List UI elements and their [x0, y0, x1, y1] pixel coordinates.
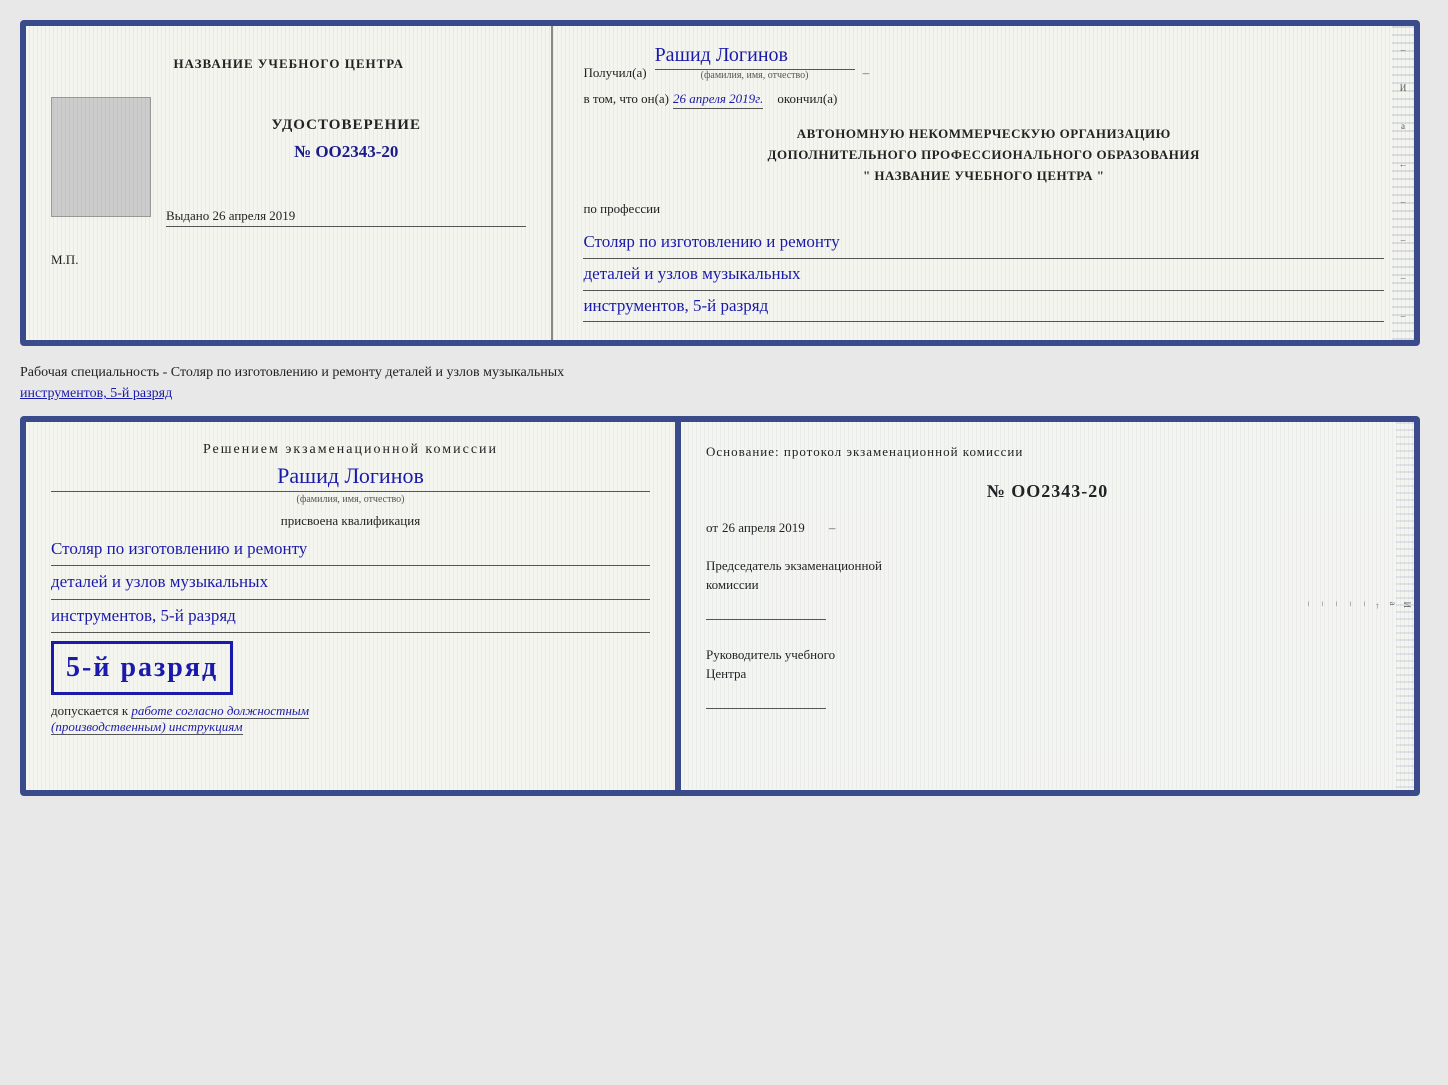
qualification-label: присвоена квалификация — [51, 513, 650, 529]
admitted-value2: (производственным) инструкциям — [51, 719, 243, 735]
page-wrapper: НАЗВАНИЕ УЧЕБНОГО ЦЕНТРА УДОСТОВЕРЕНИЕ №… — [20, 20, 1428, 796]
profession-label: по профессии — [583, 201, 1384, 217]
osnov-text: Основание: протокол экзаменационной коми… — [706, 442, 1389, 463]
admitted-line: допускается к работе согласно должностны… — [51, 703, 650, 719]
admitted-line2: (производственным) инструкциям — [51, 719, 650, 735]
qual-line3: инструментов, 5-й разряд — [51, 600, 650, 633]
director-title: Руководитель учебного Центра — [706, 645, 1389, 684]
director-sig-line — [706, 689, 826, 709]
date-line: в том, что он(а) 26 апреля 2019г. окончи… — [583, 91, 1384, 109]
org-line2: ДОПОЛНИТЕЛЬНОГО ПРОФЕССИОНАЛЬНОГО ОБРАЗО… — [583, 145, 1384, 166]
side-dash: – — [829, 520, 836, 536]
org-line1: АВТОНОМНУЮ НЕКОММЕРЧЕСКУЮ ОРГАНИЗАЦИЮ — [583, 124, 1384, 145]
qual-line2: деталей и узлов музыкальных — [51, 566, 650, 599]
chairman-title: Председатель экзаменационной комиссии — [706, 556, 1389, 595]
from-line: от 26 апреля 2019 – — [706, 520, 1389, 536]
issued-date: 26 апреля 2019 — [213, 208, 296, 223]
in-that-label: в том, что он(а) — [583, 91, 669, 107]
school-name-top: НАЗВАНИЕ УЧЕБНОГО ЦЕНТРА — [173, 56, 404, 72]
chairman-block: Председатель экзаменационной комиссии — [706, 556, 1389, 620]
org-line3: " НАЗВАНИЕ УЧЕБНОГО ЦЕНТРА " — [583, 166, 1384, 187]
dash: – — [863, 65, 870, 81]
admitted-value: работе согласно должностным — [131, 703, 309, 719]
decision-name: Рашид Логинов — [51, 463, 650, 492]
profession-line1: Столяр по изготовлению и ремонту — [583, 227, 1384, 259]
photo-placeholder — [51, 97, 151, 217]
cert-back-right: Основание: протокол экзаменационной коми… — [678, 416, 1420, 796]
cert-front-left: НАЗВАНИЕ УЧЕБНОГО ЦЕНТРА УДОСТОВЕРЕНИЕ №… — [26, 26, 553, 340]
profession-line2: деталей и узлов музыкальных — [583, 259, 1384, 291]
recipient-line: Получил(а) Рашид Логинов (фамилия, имя, … — [583, 44, 1384, 81]
finished-label: окончил(а) — [777, 91, 837, 107]
from-date: 26 апреля 2019 — [722, 520, 805, 536]
rank-text: 5-й разряд — [66, 652, 218, 684]
org-block: АВТОНОМНУЮ НЕКОММЕРЧЕСКУЮ ОРГАНИЗАЦИЮ ДО… — [583, 124, 1384, 186]
received-label: Получил(а) — [583, 65, 646, 81]
cert-back-left: Решением экзаменационной комиссии Рашид … — [20, 416, 678, 796]
cert-front-right: Получил(а) Рашид Логинов (фамилия, имя, … — [553, 26, 1414, 340]
completion-date: 26 апреля 2019г. — [673, 91, 763, 109]
recipient-name-block: Рашид Логинов (фамилия, имя, отчество) — [655, 44, 855, 81]
issued-label: Выдано — [166, 208, 209, 223]
profession-block: Столяр по изготовлению и ремонту деталей… — [583, 227, 1384, 322]
issued-line: Выдано 26 апреля 2019 — [166, 208, 526, 227]
admitted-label: допускается к — [51, 703, 128, 718]
cert-left-bottom: УДОСТОВЕРЕНИЕ № OO2343-20 Выдано 26 апре… — [51, 97, 526, 227]
certificate-back: Решением экзаменационной комиссии Рашид … — [20, 416, 1420, 796]
rank-box: 5-й разряд — [51, 641, 233, 695]
cert-left-info: УДОСТОВЕРЕНИЕ № OO2343-20 Выдано 26 апре… — [166, 97, 526, 227]
chairman-sig-line — [706, 600, 826, 620]
cert-title: УДОСТОВЕРЕНИЕ — [166, 117, 526, 134]
side-deco-chars: И а ← – – – – – — [1304, 602, 1412, 611]
cert-number: № OO2343-20 — [166, 142, 526, 162]
decision-sublabel: (фамилия, имя, отчество) — [51, 494, 650, 505]
from-label: от — [706, 520, 718, 536]
decision-text: Решением экзаменационной комиссии — [51, 442, 650, 458]
qualification-block: Столяр по изготовлению и ремонту деталей… — [51, 533, 650, 633]
side-decoration: – И а ← – – – – — [1392, 26, 1414, 340]
qual-line1: Столяр по изготовлению и ремонту — [51, 533, 650, 566]
recipient-name: Рашид Логинов — [655, 44, 855, 70]
protocol-number: № OO2343-20 — [706, 481, 1389, 502]
between-text-underline: инструментов, 5-й разряд — [20, 386, 172, 401]
director-block: Руководитель учебного Центра — [706, 645, 1389, 709]
certificate-front: НАЗВАНИЕ УЧЕБНОГО ЦЕНТРА УДОСТОВЕРЕНИЕ №… — [20, 20, 1420, 346]
mp-label: М.П. — [51, 252, 78, 268]
profession-line3: инструментов, 5-й разряд — [583, 291, 1384, 323]
name-sublabel: (фамилия, имя, отчество) — [701, 70, 809, 81]
between-label: Рабочая специальность - Столяр по изгото… — [20, 356, 1428, 406]
between-text-main: Рабочая специальность - Столяр по изгото… — [20, 365, 564, 380]
